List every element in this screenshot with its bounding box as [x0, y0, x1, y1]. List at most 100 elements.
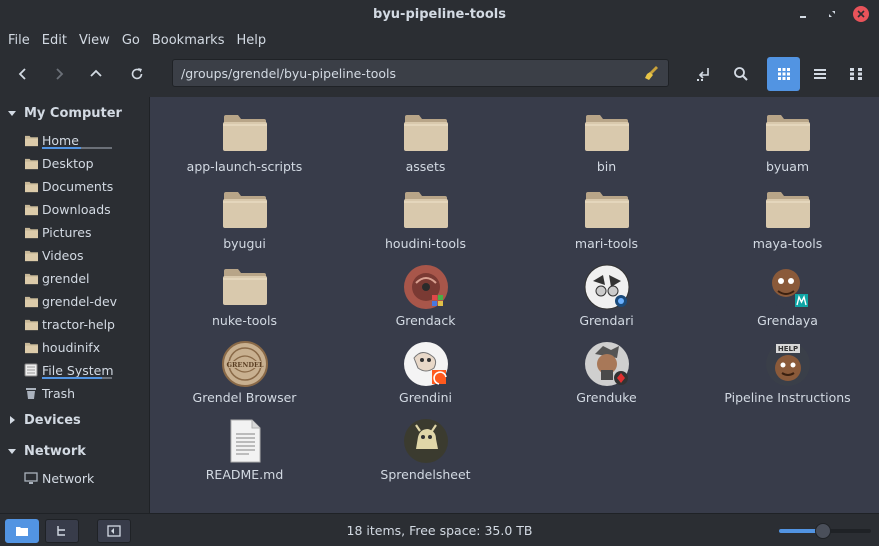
file-item-sprendelsheet[interactable]: Sprendelsheet: [335, 409, 516, 482]
location-bar[interactable]: /groups/grendel/byu-pipeline-tools: [172, 59, 669, 87]
file-item-pipeline-instructions[interactable]: HELP Pipeline Instructions: [697, 332, 878, 405]
file-item-grendini[interactable]: Grendini: [335, 332, 516, 405]
arrow-left-icon: [18, 68, 26, 80]
sidebar-item-tractor-help[interactable]: tractor-help: [24, 314, 115, 334]
file-icon: [402, 109, 450, 157]
sidebar-item-label: Videos: [42, 247, 84, 263]
file-item-grenduke[interactable]: Grenduke: [516, 332, 697, 405]
compact-view-button[interactable]: [840, 58, 872, 90]
file-item-grendel-browser[interactable]: GRENDEL Grendel Browser: [154, 332, 335, 405]
trash-icon: [26, 388, 36, 399]
sidebar-item-houdinifx[interactable]: houdinifx: [24, 337, 100, 357]
file-icon: [583, 340, 631, 388]
file-icon: [583, 186, 631, 234]
sidebar-section-label: My Computer: [24, 105, 122, 121]
file-name: Grendari: [579, 313, 634, 328]
broom-icon[interactable]: [644, 65, 660, 84]
sidebar-item-pictures[interactable]: Pictures: [24, 222, 92, 242]
maximize-button[interactable]: [822, 4, 842, 24]
file-view[interactable]: app-launch-scripts assets bin byuam byugui ho…: [149, 97, 879, 513]
file-name: byuam: [765, 159, 810, 174]
folder-icon-wrap: [24, 202, 40, 216]
sidebar-item-label: File System: [42, 362, 114, 378]
file-item-readme-md[interactable]: README.md: [154, 409, 335, 482]
file-item-byugui[interactable]: byugui: [154, 178, 335, 251]
file-name: byugui: [223, 236, 266, 251]
menu-go[interactable]: Go: [116, 33, 146, 48]
grendini-app-icon: [403, 342, 448, 386]
sidebar-item-label: Trash: [42, 385, 76, 401]
file-item-maya-tools[interactable]: maya-tools: [697, 178, 878, 251]
file-icon: [221, 263, 269, 311]
text-file-icon: [230, 419, 260, 463]
title-bar: byu-pipeline-tools: [0, 0, 879, 28]
menu-file[interactable]: File: [2, 33, 36, 48]
file-item-bin[interactable]: bin: [516, 101, 697, 174]
sidebar-item-label: Downloads: [42, 201, 111, 217]
svg-text:GRENDEL: GRENDEL: [226, 361, 263, 369]
home-folder-icon-wrap: [24, 133, 40, 147]
sidebar-item-home[interactable]: Home: [24, 130, 112, 150]
sidebar-item-desktop[interactable]: Desktop: [24, 153, 94, 173]
file-item-grendari[interactable]: Grendari: [516, 255, 697, 328]
file-name: Sprendelsheet: [380, 467, 471, 482]
file-icon: [583, 109, 631, 157]
file-name: Grenduke: [576, 390, 637, 405]
sidebar-section-my-computer[interactable]: My Computer: [0, 103, 122, 123]
menu-edit[interactable]: Edit: [36, 33, 73, 48]
sidebar: My Computer Home Desktop Documents Download…: [0, 97, 148, 513]
menu-bookmarks[interactable]: Bookmarks: [146, 33, 231, 48]
sidebar-item-label: Pictures: [42, 224, 92, 240]
folder-icon: [403, 115, 448, 151]
file-item-grendaya[interactable]: Grendaya: [697, 255, 878, 328]
back-button[interactable]: [7, 58, 39, 90]
sidebar-item-grendel-dev[interactable]: grendel-dev: [24, 291, 117, 311]
minimize-button[interactable]: [793, 4, 813, 24]
close-button[interactable]: [851, 4, 871, 24]
reload-button[interactable]: [121, 58, 153, 90]
icon-view-button[interactable]: [767, 57, 800, 91]
file-item-app-launch-scripts[interactable]: app-launch-scripts: [154, 101, 335, 174]
minimize-icon: [800, 16, 806, 18]
up-button[interactable]: [80, 58, 112, 90]
menu-help[interactable]: Help: [230, 33, 272, 48]
list-view-button[interactable]: [804, 58, 836, 90]
zoom-slider[interactable]: [779, 523, 871, 539]
pipeline-instructions-app-icon: HELP: [765, 342, 810, 386]
file-icon: [402, 263, 450, 311]
file-item-nuke-tools[interactable]: nuke-tools: [154, 255, 335, 328]
toggle-location-button[interactable]: [688, 58, 720, 90]
forward-button[interactable]: [43, 58, 75, 90]
search-button[interactable]: [725, 58, 757, 90]
folder-icon: [25, 204, 38, 215]
network-icon: [24, 471, 40, 485]
file-name: nuke-tools: [211, 313, 278, 328]
folder-icon: [222, 192, 267, 228]
window-title: byu-pipeline-tools: [373, 6, 506, 22]
sidebar-item-file-system[interactable]: File System: [24, 360, 114, 380]
sidebar-item-videos[interactable]: Videos: [24, 245, 84, 265]
sidebar-item-trash[interactable]: Trash: [24, 383, 75, 403]
status-bar: 18 items, Free space: 35.0 TB: [0, 513, 879, 546]
file-item-houdini-tools[interactable]: houdini-tools: [335, 178, 516, 251]
chevron-right-icon: [0, 415, 24, 425]
file-icon: [764, 109, 812, 157]
sidebar-section-devices[interactable]: Devices: [0, 410, 81, 430]
file-item-grendack[interactable]: Grendack: [335, 255, 516, 328]
menu-view[interactable]: View: [73, 33, 116, 48]
sidebar-item-downloads[interactable]: Downloads: [24, 199, 111, 219]
drive-icon: [24, 363, 38, 377]
folder-icon-wrap: [24, 248, 40, 262]
file-item-assets[interactable]: assets: [335, 101, 516, 174]
disk-usage-bar: [42, 147, 112, 149]
file-name: bin: [596, 159, 617, 174]
sidebar-item-documents[interactable]: Documents: [24, 176, 113, 196]
file-item-mari-tools[interactable]: mari-tools: [516, 178, 697, 251]
sidebar-item-grendel[interactable]: grendel: [24, 268, 90, 288]
file-name: Grendel Browser: [192, 390, 297, 405]
sidebar-item-network[interactable]: Network: [24, 468, 94, 488]
sidebar-section-network[interactable]: Network: [0, 441, 86, 461]
folder-icon: [765, 192, 810, 228]
file-item-byuam[interactable]: byuam: [697, 101, 878, 174]
folder-icon-wrap: [24, 340, 40, 354]
